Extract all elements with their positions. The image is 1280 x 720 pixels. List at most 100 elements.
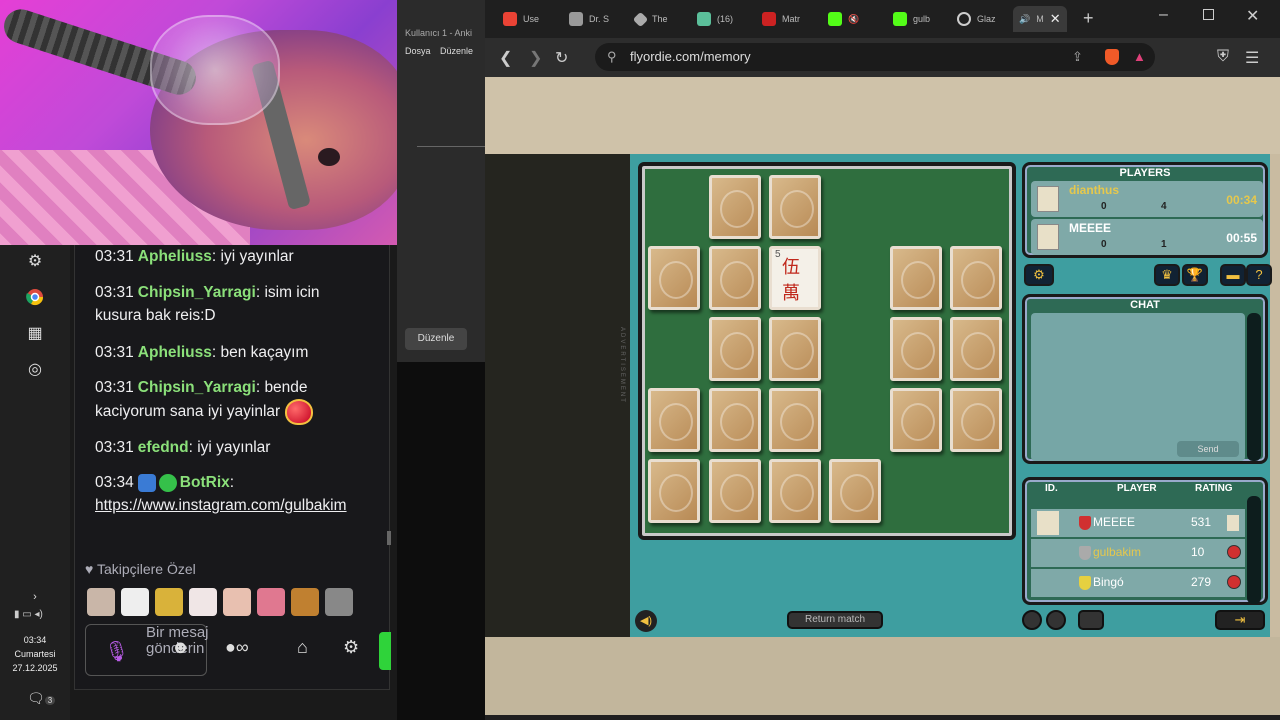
muted-speaker-icon[interactable]: 🔇 — [848, 14, 859, 25]
user-icon[interactable] — [1046, 610, 1066, 630]
settings-gear-icon[interactable]: ⚙ — [1024, 264, 1054, 286]
memory-card[interactable] — [709, 388, 761, 452]
memory-card[interactable] — [950, 246, 1002, 310]
return-match-button[interactable]: Return match — [787, 611, 883, 629]
message-user[interactable]: BotRix — [180, 474, 230, 491]
message-user[interactable]: Apheliuss — [138, 248, 212, 265]
memory-card[interactable] — [950, 317, 1002, 381]
message-time: 03:31 — [95, 284, 134, 301]
memory-card[interactable] — [709, 459, 761, 523]
memory-card[interactable] — [890, 388, 942, 452]
microphone-icon[interactable]: 🎙 — [104, 639, 129, 664]
game-chat-box[interactable]: Send — [1031, 313, 1245, 461]
memory-card[interactable] — [769, 175, 821, 239]
memory-card[interactable] — [648, 246, 700, 310]
memory-card[interactable] — [769, 388, 821, 452]
memory-card-revealed[interactable]: 5 伍 萬 — [769, 246, 821, 310]
chat-scrollbar[interactable] — [387, 531, 391, 545]
help-icon[interactable]: ? — [1246, 264, 1272, 286]
chat-scrollbar[interactable] — [1247, 313, 1261, 461]
message-user[interactable]: Chipsin_Yarragi — [138, 284, 256, 301]
send-button[interactable]: Send — [1177, 441, 1239, 457]
rating-row[interactable]: gulbakim 10 — [1031, 539, 1245, 567]
tab-2[interactable]: Dr. S — [569, 6, 609, 32]
exit-icon[interactable]: ⇥ — [1215, 610, 1265, 630]
taskbar-clock[interactable]: 03:34 Cumartesi 27.12.2025 — [0, 633, 70, 675]
block-icon[interactable] — [1022, 610, 1042, 630]
close-tab-icon[interactable]: ✕ — [1050, 11, 1061, 27]
emoji-icon[interactable]: ☻ — [171, 637, 190, 658]
memory-card[interactable] — [890, 246, 942, 310]
anki-menu-file[interactable]: Dosya — [405, 46, 431, 56]
anki-edit-button[interactable]: Düzenle — [405, 328, 467, 350]
anki-menu-edit[interactable]: Düzenle — [440, 46, 473, 56]
tab-6[interactable]: 🔇 — [828, 6, 865, 32]
notification-icon[interactable]: 🗨 3 — [27, 690, 56, 707]
memory-card[interactable] — [709, 317, 761, 381]
memory-card[interactable] — [890, 317, 942, 381]
emote-flowers[interactable] — [257, 588, 285, 616]
trophy-icon[interactable]: 🏆 — [1182, 264, 1208, 286]
rating-row[interactable]: MEEEE 531 — [1031, 509, 1245, 537]
speaker-icon[interactable]: 🔊 — [1019, 14, 1030, 25]
throne-icon[interactable]: ♛ — [1154, 264, 1180, 286]
tab-4[interactable]: (16) — [697, 6, 733, 32]
brave-rewards-icon[interactable]: ▲ — [1133, 43, 1146, 71]
chat-bubble-icon[interactable]: ▬ — [1220, 264, 1246, 286]
message-user[interactable]: Chipsin_Yarragi — [138, 379, 256, 396]
memory-card[interactable] — [648, 459, 700, 523]
message-user[interactable]: efednd — [138, 439, 189, 456]
maximize-button[interactable] — [1203, 9, 1214, 20]
memory-card[interactable] — [829, 459, 881, 523]
store-icon[interactable]: ⌂ — [297, 637, 308, 658]
message-user[interactable]: Apheliuss — [138, 344, 212, 361]
memory-card[interactable] — [648, 388, 700, 452]
rating-row[interactable]: Bingó 279 — [1031, 569, 1245, 597]
gear-icon[interactable]: ⚙ — [25, 251, 45, 271]
message-link[interactable]: https://www.instagram.com/gulbakim — [95, 497, 347, 514]
tab-3[interactable]: The — [632, 6, 668, 32]
player-time: 00:55 — [1226, 231, 1257, 245]
points-icon[interactable]: ●∞ — [225, 637, 249, 658]
back-icon[interactable]: ❮ — [499, 48, 512, 68]
app-icon[interactable]: ▦ — [25, 323, 45, 343]
emote-white-cat[interactable] — [121, 588, 149, 616]
chevron-right-icon[interactable]: › — [25, 587, 45, 607]
sound-icon[interactable]: ◀) — [635, 610, 657, 632]
shield-icon — [569, 12, 583, 26]
tab-7[interactable]: gulb — [893, 6, 930, 32]
memory-card[interactable] — [769, 459, 821, 523]
chrome-icon[interactable] — [25, 287, 45, 307]
reload-icon[interactable]: ↻ — [555, 48, 568, 68]
tab-active[interactable]: 🔊 M ✕ — [1013, 6, 1067, 32]
site-settings-icon[interactable]: ⚲ — [607, 43, 617, 71]
emote-gray-cat[interactable] — [325, 588, 353, 616]
tab-5[interactable]: Matr — [762, 6, 800, 32]
chat-send-button[interactable] — [379, 632, 391, 670]
brave-shield-icon[interactable] — [1105, 49, 1119, 65]
menu-icon[interactable]: ☰ — [1245, 48, 1259, 68]
address-bar[interactable]: ⚲ flyordie.com/memory ⇪ ▲ — [595, 43, 1155, 71]
emote-hand[interactable] — [223, 588, 251, 616]
rating-scrollbar[interactable] — [1247, 496, 1261, 604]
emote-dog[interactable] — [155, 588, 183, 616]
minimize-button[interactable]: – — [1159, 6, 1168, 24]
vpn-shield-icon[interactable]: ⛨ — [1217, 48, 1229, 66]
emote-lion[interactable] — [291, 588, 319, 616]
emote-face[interactable] — [189, 588, 217, 616]
tray-icons[interactable]: ▮ ▭ ◂) — [14, 609, 43, 620]
memory-card[interactable] — [709, 175, 761, 239]
obs-icon[interactable]: ◎ — [25, 359, 45, 379]
memory-card[interactable] — [769, 317, 821, 381]
emote-cat[interactable] — [87, 588, 115, 616]
new-tab-button[interactable]: + — [1083, 8, 1094, 29]
share-icon[interactable]: ⇪ — [1072, 43, 1083, 71]
info-icon[interactable] — [1078, 610, 1104, 630]
memory-card[interactable] — [950, 388, 1002, 452]
tab-gmail[interactable]: Use — [503, 6, 539, 32]
memory-card[interactable] — [709, 246, 761, 310]
tab-8[interactable]: Glaz — [957, 6, 996, 32]
forward-icon[interactable]: ❯ — [529, 48, 542, 68]
close-window-button[interactable]: ✕ — [1246, 6, 1259, 26]
settings-icon[interactable]: ⚙ — [343, 637, 359, 658]
